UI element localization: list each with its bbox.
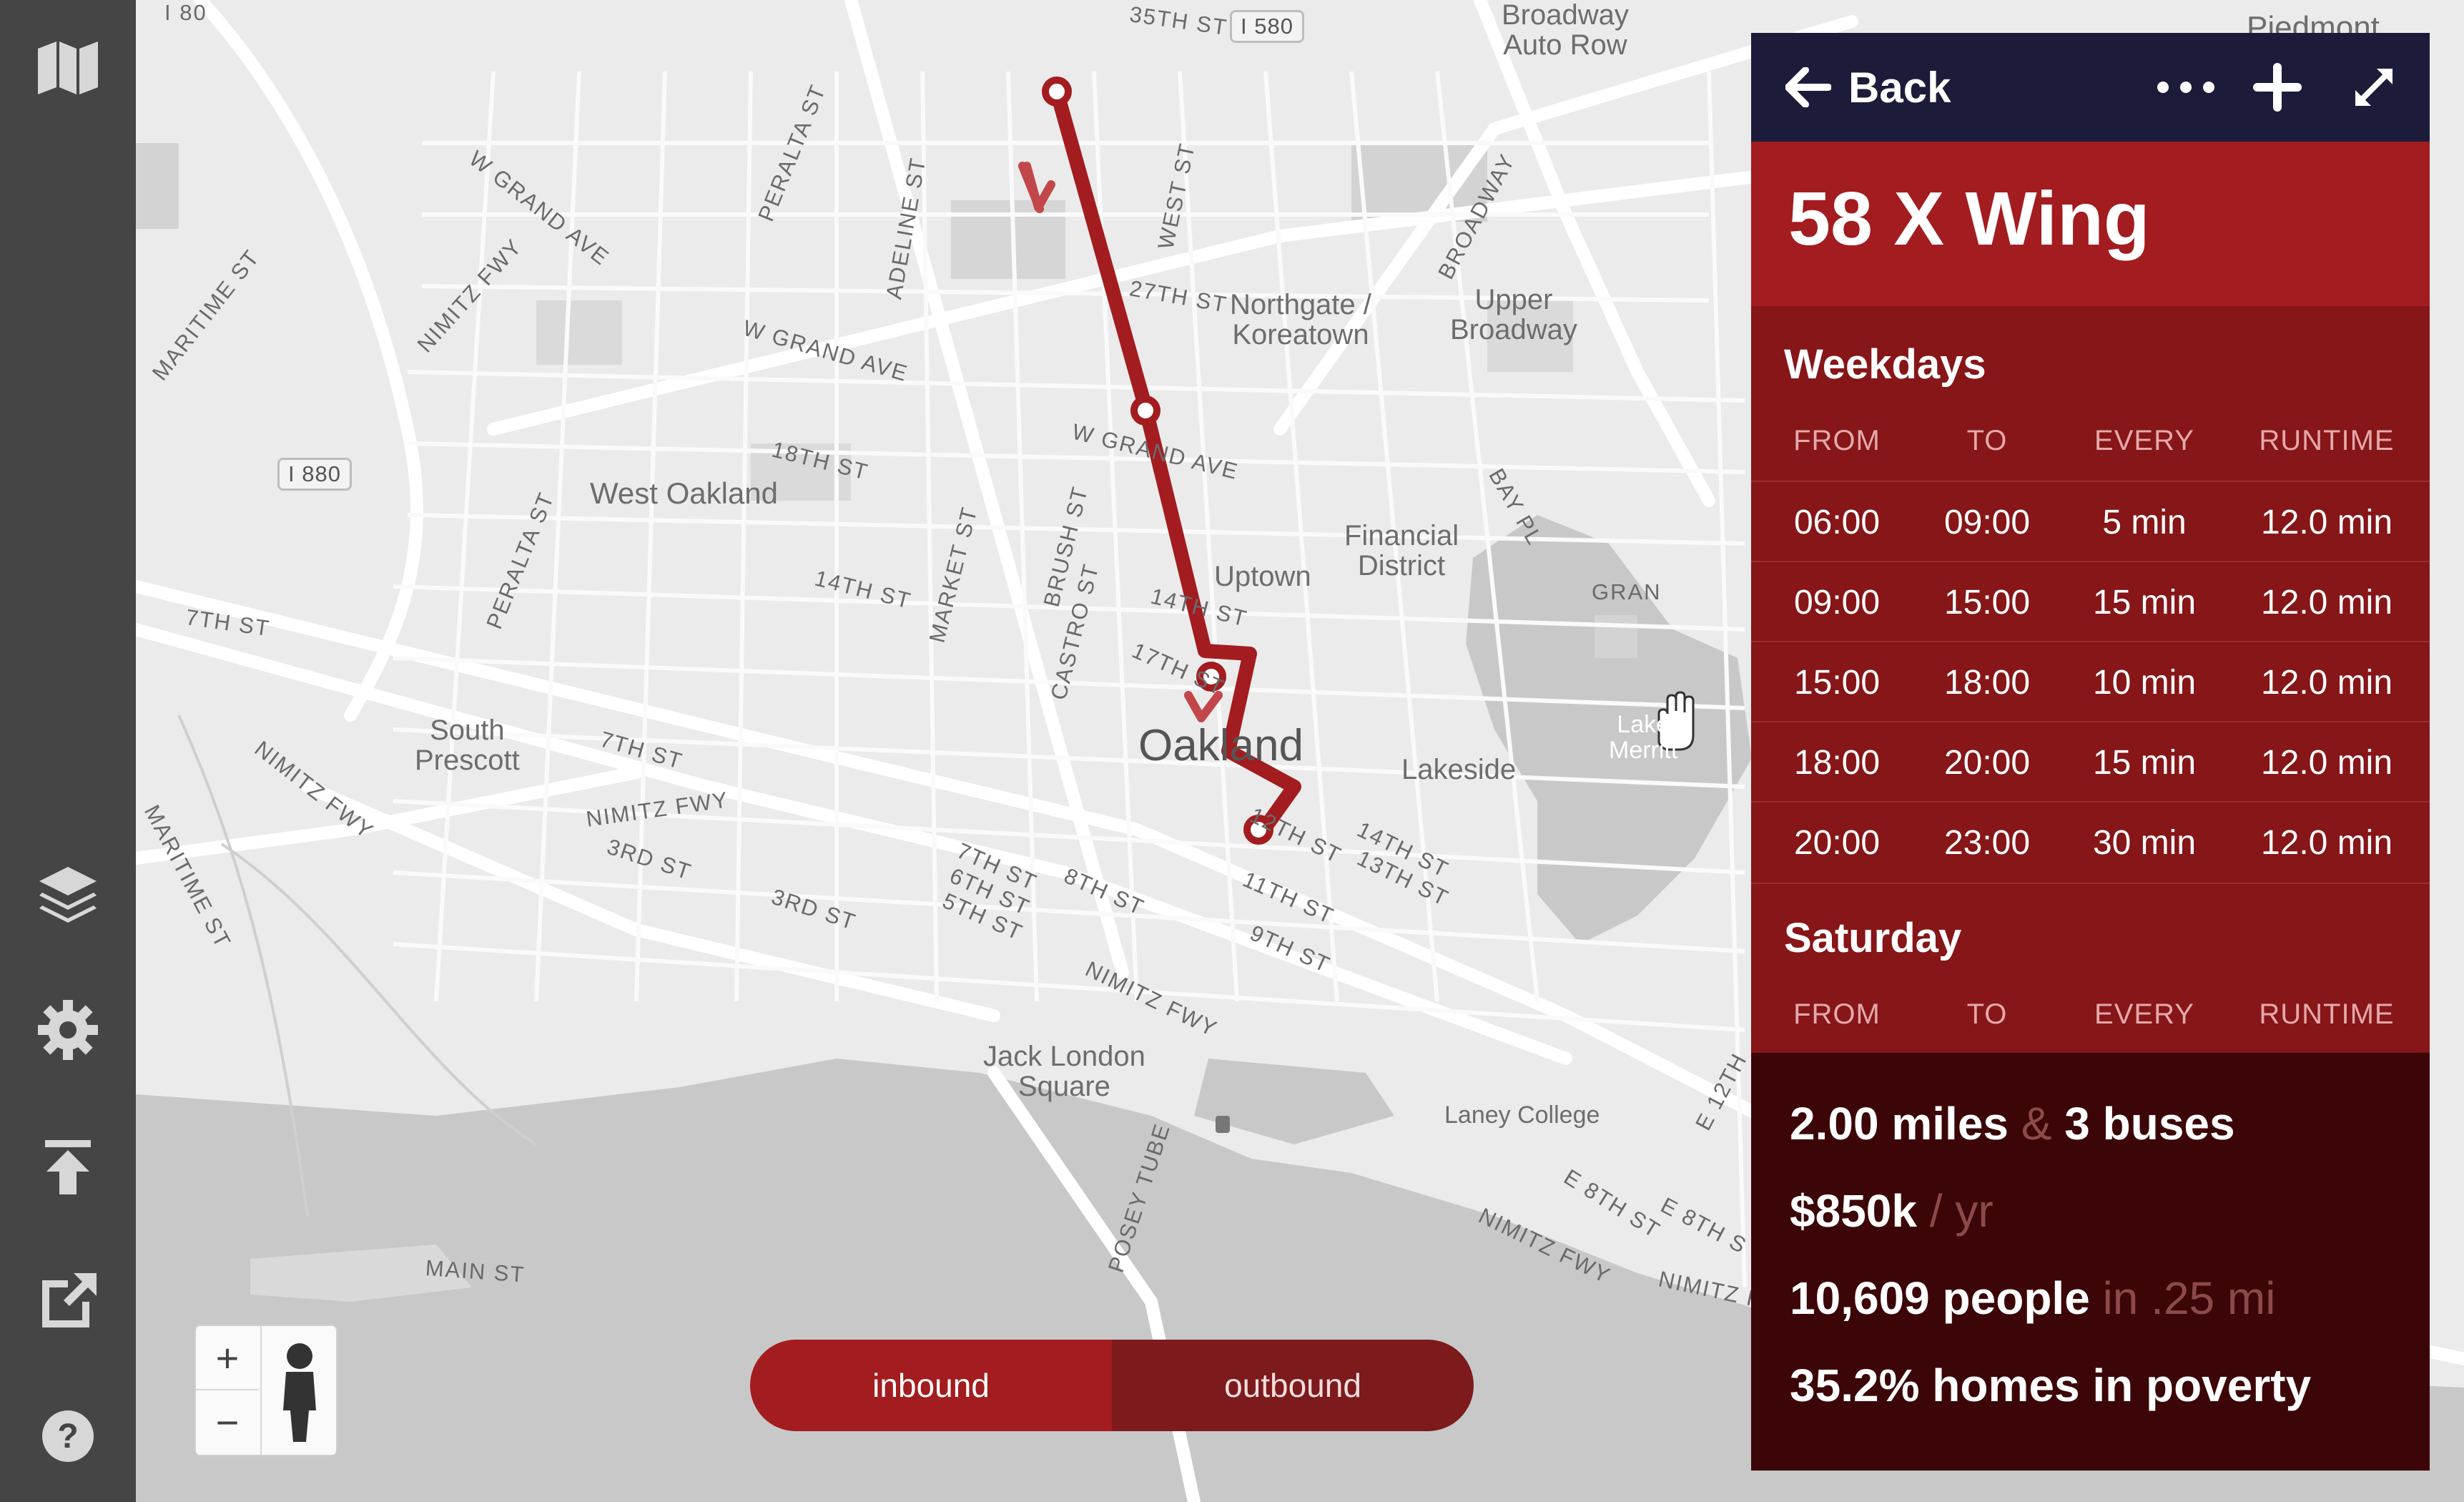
street-label: GRAN [1592,579,1662,604]
place-label-west-oakland: West Oakland [590,476,779,510]
svg-text:?: ? [57,1418,78,1456]
back-label: Back [1848,63,1951,112]
weekdays-title: Weekdays [1784,341,1986,388]
saturday-title: Saturday [1784,915,1962,961]
saturday-header-row: FROM TO EVERY RUNTIME [1751,974,2430,1054]
table-row: 06:00 09:00 5 min 12.0 min [1751,481,2430,562]
column-header: FROM [1793,424,1881,456]
cell-from: 09:00 [1793,583,1881,622]
inbound-button[interactable]: inbound [750,1340,1112,1431]
back-button[interactable]: Back [1785,59,1951,116]
stat-population: 10,609 people in .25 mi [1790,1272,2276,1324]
column-header: RUNTIME [2259,998,2395,1030]
route-title: 58 X Wing [1788,177,2150,261]
table-row: 15:00 18:00 10 min 12.0 min [1751,641,2430,722]
cell-to: 09:00 [1943,503,2031,541]
panel-toolbar: Back [1751,33,2430,142]
stat-cost: $850k / yr [1790,1185,1994,1237]
street-label: I 80 [164,0,207,25]
zoom-out-button[interactable]: − [196,1390,259,1453]
place-label-jack-london-square: Jack London Square [983,1041,1145,1102]
arrow-left-icon [1785,67,1831,107]
cell-to: 18:00 [1943,663,2031,702]
map-book-icon[interactable] [32,29,104,100]
export-icon[interactable] [32,1265,104,1336]
table-row: 20:00 23:00 30 min 12.0 min [1751,801,2430,884]
zoom-control: + − [194,1325,337,1456]
stat-distance-buses: 2.00 miles & 3 buses [1790,1098,2235,1149]
route-panel: Back 58 X Wing Weekdays FROM TO EVERY RU… [1751,33,2430,1471]
weekdays-header-row: FROM TO EVERY RUNTIME [1751,401,2430,481]
column-header: TO [1966,998,2008,1030]
cell-every: 10 min [2092,663,2197,702]
outbound-button[interactable]: outbound [1112,1340,1474,1431]
cell-from: 20:00 [1793,823,1881,862]
cell-runtime: 12.0 min [2260,743,2393,782]
cell-every: 30 min [2092,823,2197,862]
place-label-financial-district: Financial District [1344,520,1459,581]
zoom-in-button[interactable]: + [196,1326,259,1390]
expand-icon[interactable] [2348,62,2400,113]
route-stats: 2.00 miles & 3 buses $850k / yr 10,609 p… [1751,1053,2430,1471]
cell-runtime: 12.0 min [2260,663,2393,702]
cell-to: 23:00 [1943,823,2031,862]
column-header: EVERY [2094,998,2194,1030]
place-label-oakland: Oakland [1138,721,1304,770]
place-label-lake-merritt: Lake Merritt [1609,711,1678,764]
cell-every: 15 min [2092,583,2197,622]
highway-shield-i580: I 580 [1230,10,1304,43]
table-row: 18:00 20:00 15 min 12.0 min [1751,721,2430,802]
gear-icon[interactable] [32,994,104,1066]
cell-every: 5 min [2102,503,2187,541]
place-label-upper-broadway: Upper Broadway [1450,284,1577,345]
help-icon[interactable]: ? [32,1400,104,1472]
cell-to: 20:00 [1943,743,2031,782]
column-header: EVERY [2094,424,2194,456]
place-label-northgate: Northgate / Koreatown [1230,289,1371,350]
column-header: TO [1966,424,2008,456]
place-label-south-prescott: South Prescott [415,715,520,776]
column-header: FROM [1793,998,1881,1030]
stat-poverty: 35.2% homes in poverty [1790,1360,2312,1411]
table-row: 09:00 15:00 15 min 12.0 min [1751,561,2430,642]
cell-runtime: 12.0 min [2260,503,2393,541]
place-label-lakeside: Lakeside [1401,754,1517,785]
add-icon[interactable] [2252,62,2303,113]
place-label-uptown: Uptown [1214,561,1311,592]
cell-from: 18:00 [1793,743,1881,782]
direction-toggle: inbound outbound [750,1340,1474,1431]
route-title-band: 58 X Wing [1751,142,2430,306]
highway-shield-i880: I 880 [277,458,352,491]
sidebar: ? [0,0,136,1502]
place-label-laney-college: Laney College [1444,1101,1600,1129]
place-label-broadway-auto-row: Broadway Auto Row [1502,0,1629,61]
street-view-pegman-icon[interactable] [260,1326,337,1455]
cell-from: 06:00 [1793,503,1881,541]
cell-runtime: 12.0 min [2260,583,2393,622]
layers-icon[interactable] [32,858,104,930]
cell-every: 15 min [2092,743,2197,782]
upload-icon[interactable] [32,1130,104,1202]
cell-runtime: 12.0 min [2260,823,2393,862]
column-header: RUNTIME [2259,424,2395,456]
more-options-icon[interactable] [2152,62,2220,113]
cell-to: 15:00 [1943,583,2031,622]
cell-from: 15:00 [1793,663,1881,702]
